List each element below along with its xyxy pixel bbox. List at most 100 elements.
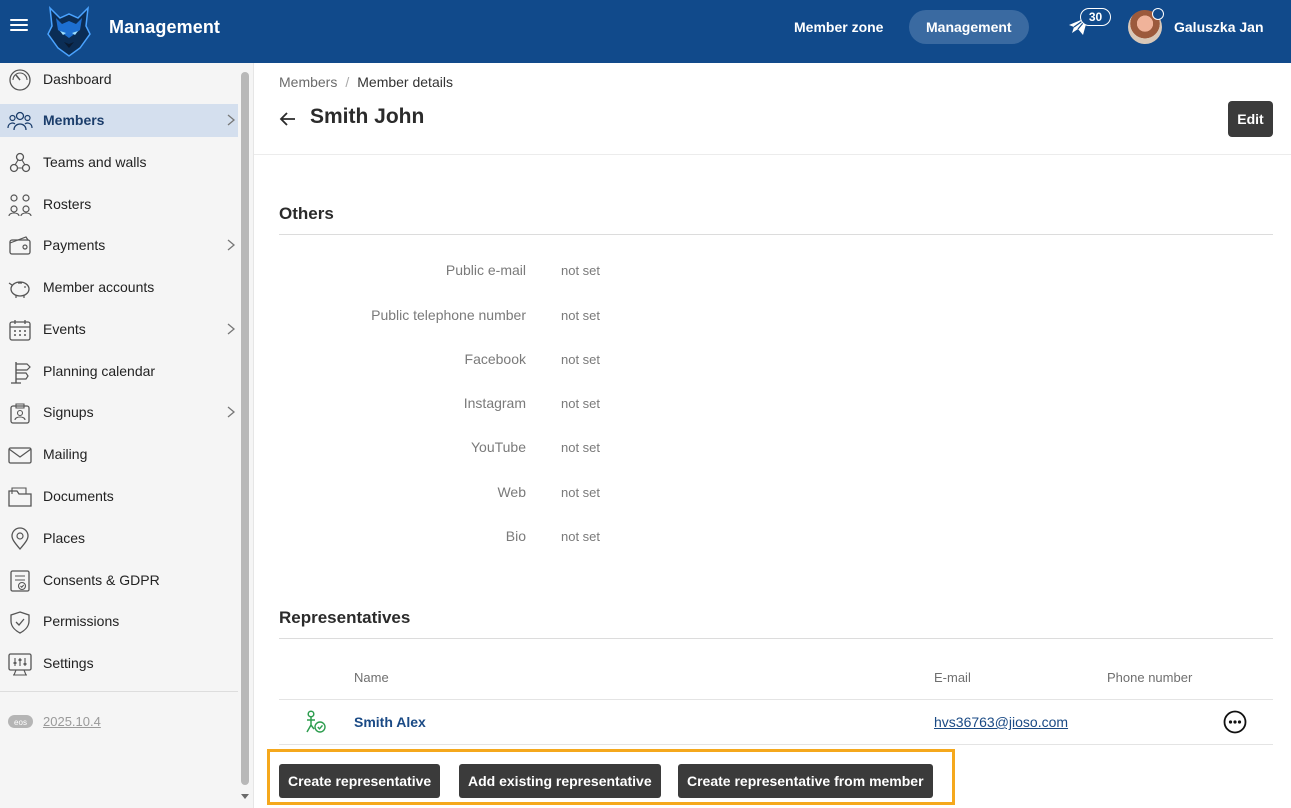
field-value: not set — [561, 440, 601, 455]
top-bar: Management Member zone Management 30 Gal… — [0, 0, 1291, 63]
sidebar-item-label: Payments — [43, 237, 106, 253]
chevron-right-icon — [227, 239, 236, 251]
sidebar-item-label: Consents & GDPR — [43, 572, 160, 588]
field-label: Instagram — [463, 395, 526, 411]
breadcrumb-members[interactable]: Members — [279, 74, 337, 90]
sidebar-scrollbar[interactable] — [238, 63, 252, 808]
field-value: not set — [561, 263, 601, 278]
field-public-telephone: Public telephone number not set — [254, 307, 1291, 329]
breadcrumb: Members / Member details — [279, 74, 453, 90]
representative-email-link[interactable]: hvs36763@jioso.com — [934, 714, 1068, 730]
sidebar-item-dashboard[interactable]: Dashboard — [0, 63, 238, 96]
table-header-divider — [279, 699, 1273, 700]
user-name[interactable]: Galuszka Jan — [1174, 19, 1264, 35]
sidebar-item-label: Teams and walls — [43, 154, 147, 170]
nav-management[interactable]: Management — [909, 10, 1029, 44]
sidebar-divider — [0, 691, 238, 692]
teams-icon — [9, 152, 31, 173]
wallet-icon — [9, 236, 31, 255]
field-instagram: Instagram not set — [254, 395, 1291, 417]
members-group-icon — [7, 111, 33, 131]
sidebar-item-settings[interactable]: Settings — [0, 647, 238, 680]
field-web: Web not set — [254, 484, 1291, 506]
sidebar-item-label: Permissions — [43, 613, 120, 629]
sidebar: Dashboard Members Teams and walls Roster… — [0, 63, 254, 808]
edit-button[interactable]: Edit — [1228, 101, 1273, 137]
wolf-logo-icon[interactable] — [46, 4, 92, 58]
section-divider — [279, 234, 1273, 235]
table-row-divider — [279, 744, 1273, 745]
folder-icon — [8, 487, 32, 507]
shield-check-icon — [10, 611, 30, 634]
sidebar-item-label: Documents — [43, 488, 114, 504]
sidebar-item-permissions[interactable]: Permissions — [0, 605, 238, 638]
sidebar-item-teams-and-walls[interactable]: Teams and walls — [0, 146, 238, 179]
status-indicator — [1152, 8, 1164, 20]
field-label: YouTube — [470, 439, 526, 455]
map-pin-icon — [11, 527, 29, 550]
sidebar-item-label: Mailing — [43, 446, 88, 462]
sidebar-item-member-accounts[interactable]: Member accounts — [0, 271, 238, 304]
signpost-icon — [11, 362, 31, 384]
sidebar-item-label: Events — [43, 321, 86, 337]
field-label: Public e-mail — [445, 262, 526, 278]
sidebar-item-documents[interactable]: Documents — [0, 480, 238, 513]
representative-check-icon — [306, 710, 326, 733]
field-label: Public telephone number — [371, 307, 526, 323]
field-value: not set — [561, 396, 601, 411]
field-value: not set — [561, 352, 601, 367]
sidebar-item-label: Rosters — [43, 196, 92, 212]
more-options-icon[interactable] — [1223, 710, 1247, 734]
sidebar-item-events[interactable]: Events — [0, 313, 238, 346]
sidebar-item-label: Places — [43, 530, 86, 546]
sidebar-item-planning-calendar[interactable]: Planning calendar — [0, 355, 238, 388]
calendar-icon — [9, 320, 31, 341]
settings-sliders-icon — [8, 653, 32, 676]
sidebar-item-mailing[interactable]: Mailing — [0, 438, 238, 471]
sidebar-item-label: Dashboard — [43, 71, 112, 87]
sidebar-item-signups[interactable]: Signups — [0, 396, 238, 429]
field-label: Bio — [505, 528, 526, 544]
hamburger-menu-icon[interactable] — [10, 17, 30, 37]
representative-name-link[interactable]: Smith Alex — [354, 714, 426, 730]
version-link[interactable]: 2025.10.4 — [43, 714, 101, 729]
section-title-others: Others — [279, 204, 334, 223]
breadcrumb-separator: / — [345, 74, 350, 90]
rosters-icon — [8, 194, 32, 217]
field-facebook: Facebook not set — [254, 351, 1291, 373]
sidebar-item-members[interactable]: Members — [0, 104, 238, 137]
field-value: not set — [561, 308, 601, 323]
field-public-email: Public e-mail not set — [254, 262, 1291, 284]
sidebar-item-payments[interactable]: Payments — [0, 229, 238, 262]
add-existing-representative-button[interactable]: Add existing representative — [459, 764, 661, 798]
field-value: not set — [561, 529, 601, 544]
scroll-down-arrow-icon[interactable] — [240, 791, 250, 801]
field-label: Facebook — [464, 351, 526, 367]
page-title: Smith John — [310, 105, 425, 128]
sidebar-item-label: Settings — [43, 655, 94, 671]
main-content: Members / Member details Smith John Edit O… — [254, 63, 1291, 808]
app-title: Management — [109, 17, 221, 37]
chevron-right-icon — [227, 406, 236, 418]
column-header-phone: Phone number — [1107, 670, 1193, 685]
piggy-bank-icon — [8, 281, 30, 298]
section-title-representatives: Representatives — [279, 608, 411, 627]
eos-logo-icon: eos — [8, 715, 33, 728]
nav-member-zone[interactable]: Member zone — [783, 10, 894, 44]
create-representative-button[interactable]: Create representative — [279, 764, 441, 798]
chevron-right-icon — [227, 323, 236, 335]
back-arrow-icon[interactable] — [278, 109, 298, 129]
version-info: eos 2025.10.4 — [8, 712, 101, 732]
field-youtube: YouTube not set — [254, 439, 1291, 461]
field-label: Web — [497, 484, 526, 500]
chevron-right-icon — [227, 114, 236, 126]
sidebar-item-consents-gdpr[interactable]: Consents & GDPR — [0, 564, 238, 597]
column-header-name: Name — [354, 670, 389, 685]
sidebar-item-places[interactable]: Places — [0, 522, 238, 555]
create-representative-from-member-button[interactable]: Create representative from member — [678, 764, 933, 798]
breadcrumb-current: Member details — [357, 74, 453, 90]
field-value: not set — [561, 485, 601, 500]
scrollbar-thumb[interactable] — [241, 72, 249, 785]
section-divider — [279, 638, 1273, 639]
sidebar-item-rosters[interactable]: Rosters — [0, 188, 238, 221]
